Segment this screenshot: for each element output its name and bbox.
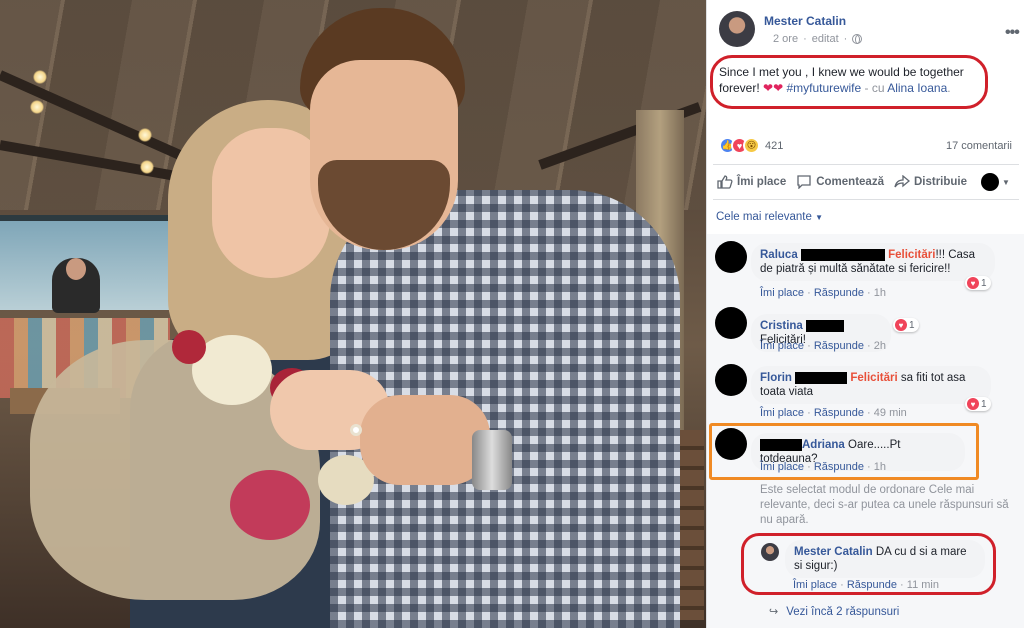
more-replies-link[interactable]: ↪ Vezi încă 2 răspunsuri: [769, 605, 900, 619]
commenter-name[interactable]: Florin: [760, 372, 792, 384]
edited-label[interactable]: editat: [812, 33, 839, 45]
separator: ·: [807, 407, 811, 419]
comment-button[interactable]: Comentează: [796, 175, 884, 189]
chevron-down-icon: ▼: [815, 213, 824, 222]
string-light: [138, 128, 152, 142]
comment-reaction-badge[interactable]: ♥ 1: [965, 276, 991, 290]
comment-bubble: Florin Felicitări sa fiti tot asa toata …: [751, 366, 991, 404]
redacted-surname: [800, 248, 885, 261]
comment-time[interactable]: 49 min: [874, 407, 907, 419]
audience-avatar: [981, 173, 1000, 191]
string-light: [30, 100, 44, 114]
redacted-surname: [806, 319, 845, 332]
pink-rose: [230, 470, 310, 540]
love-icon: ♥: [967, 398, 979, 410]
post-header: Mester Catalin 2 ore · editat · •••: [719, 11, 1020, 51]
more-replies-label: Vezi încă 2 răspunsuri: [786, 605, 900, 618]
sort-notice: Este selectat modul de ordonare Cele mai…: [760, 484, 1009, 526]
like-label: Îmi place: [737, 176, 787, 188]
separator: ·: [867, 407, 871, 419]
thumbs-up-icon: [717, 175, 733, 189]
meta-separator: ·: [843, 33, 848, 45]
string-light: [33, 70, 47, 84]
comment-sort-dropdown[interactable]: Cele mai relevante ▼: [716, 211, 823, 223]
string-light: [140, 160, 154, 174]
comment-bubble: Raluca Felicitări!!! Casa de piatră și m…: [751, 243, 995, 281]
annotation-oval-reply: [741, 533, 996, 595]
meta-separator: ·: [803, 33, 807, 45]
chevron-down-icon: ▼: [1002, 177, 1010, 187]
comment-reaction-count: 1: [909, 319, 915, 331]
commenter-avatar[interactable]: [715, 364, 747, 396]
comment-reply-link[interactable]: Răspunde: [814, 340, 864, 352]
annotation-box-comment: [709, 423, 979, 480]
wow-icon: 😮: [743, 137, 760, 154]
commenter-name[interactable]: Raluca: [760, 249, 798, 261]
reply-arrow-icon: ↪: [769, 606, 779, 618]
comments-count[interactable]: 17 comentarii: [946, 140, 1012, 152]
comment-reaction-count: 1: [981, 277, 987, 289]
commenter-name[interactable]: Cristina: [760, 320, 803, 332]
post-meta: 2 ore · editat ·: [773, 33, 863, 45]
background-person-head: [66, 258, 86, 280]
engagement-ring: [350, 424, 362, 436]
comment-actions: Îmi place · Răspunde · 1h: [760, 287, 886, 299]
share-button[interactable]: Distribuie: [894, 175, 967, 189]
separator: ·: [867, 287, 871, 299]
comment-reaction-badge[interactable]: ♥ 1: [893, 318, 919, 332]
comment-icon: [797, 175, 811, 189]
comment-reaction-count: 1: [981, 398, 987, 410]
love-icon: ♥: [967, 277, 979, 289]
commenter-avatar[interactable]: [715, 241, 747, 273]
globe-icon[interactable]: [852, 34, 863, 44]
reactions-summary[interactable]: 👍 ♥ 😮 421: [719, 137, 783, 154]
comment-actions: Îmi place · Răspunde · 49 min: [760, 407, 907, 419]
comment-reply-link[interactable]: Răspunde: [814, 287, 864, 299]
comment-like-link[interactable]: Îmi place: [760, 340, 804, 352]
action-bar: Îmi place Comentează Distribuie ▼: [713, 164, 1019, 200]
comment-like-link[interactable]: Îmi place: [760, 407, 804, 419]
author-name[interactable]: Mester Catalin: [764, 14, 846, 28]
separator: ·: [867, 340, 871, 352]
post-time[interactable]: 2 ore: [773, 33, 798, 45]
comment-label: Comentează: [816, 176, 884, 188]
comment-reply-link[interactable]: Răspunde: [814, 407, 864, 419]
comment-time[interactable]: 2h: [874, 340, 886, 352]
man-hand: [360, 395, 490, 485]
comment-highlight: Felicitări: [888, 249, 936, 261]
love-icon: ♥: [895, 319, 907, 331]
more-options-icon[interactable]: •••: [1005, 24, 1020, 42]
comment-like-link[interactable]: Îmi place: [760, 287, 804, 299]
comment-time[interactable]: 1h: [874, 287, 886, 299]
audience-selector[interactable]: ▼: [981, 173, 1010, 191]
annotation-oval-post: [710, 55, 988, 109]
share-label: Distribuie: [913, 176, 968, 188]
commenter-avatar[interactable]: [715, 307, 747, 339]
comment-reaction-badge[interactable]: ♥ 1: [965, 397, 991, 411]
comment-highlight: Felicitări: [850, 372, 898, 384]
redacted-surname: [795, 371, 848, 384]
post-photo[interactable]: [0, 0, 706, 628]
wristwatch: [472, 430, 512, 490]
share-icon: [894, 175, 910, 188]
red-rose: [172, 330, 206, 364]
post-sidebar: Mester Catalin 2 ore · editat · ••• Sinc…: [706, 0, 1024, 628]
separator: ·: [807, 287, 811, 299]
reaction-count: 421: [765, 139, 784, 152]
separator: ·: [807, 340, 811, 352]
comment-actions: Îmi place · Răspunde · 2h: [760, 340, 886, 352]
author-avatar[interactable]: [719, 11, 755, 47]
sort-label: Cele mai relevante: [716, 211, 812, 223]
like-button[interactable]: Îmi place: [717, 175, 786, 189]
